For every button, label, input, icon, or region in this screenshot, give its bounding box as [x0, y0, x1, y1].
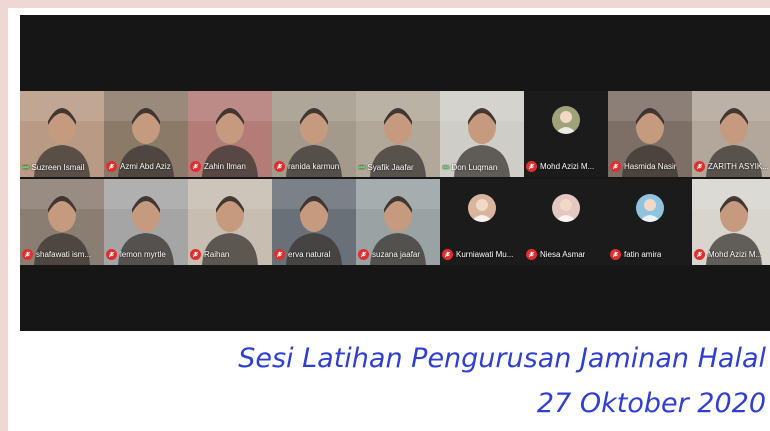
participant-name: suzana jaafar	[372, 250, 421, 259]
participant-label: fatin amira	[610, 249, 690, 260]
audio-activity-icon: •••	[442, 163, 450, 172]
video-meeting-gallery: ••• Suzreen Ismail Azmi Abd Aziz Zahin Ilma…	[20, 15, 770, 331]
participant-name: Kurniawati Mu...	[456, 250, 514, 259]
microphone-muted-icon	[610, 249, 621, 260]
participant-label: erva natural	[274, 249, 354, 260]
microphone-muted-icon	[274, 249, 285, 260]
participant-tile[interactable]: ranida karmun	[272, 91, 356, 177]
microphone-muted-icon	[526, 249, 537, 260]
microphone-muted-icon	[694, 161, 705, 172]
participant-name: ZARITH ASYIK...	[708, 162, 769, 171]
participant-label: Azmi Abd Aziz	[106, 161, 186, 172]
microphone-muted-icon	[190, 161, 201, 172]
participant-name: Suzreen Ismail	[31, 163, 85, 172]
participant-name: ranida karmun	[288, 162, 340, 171]
participant-name: erva natural	[288, 250, 331, 259]
participant-label: Mohd Azizi M...	[526, 161, 606, 172]
microphone-muted-icon	[106, 161, 117, 172]
participant-label: Mohd Azizi M...	[694, 249, 770, 260]
participant-name: Zahin Ilman	[204, 162, 246, 171]
participant-label: suzana jaafar	[358, 249, 438, 260]
audio-activity-icon: •••	[358, 163, 366, 172]
slide-caption-title: Sesi Latihan Pengurusan Jaminan Halal	[238, 343, 766, 374]
participant-name: Niesa Asmar	[540, 250, 586, 259]
profile-photo-avatar	[552, 106, 580, 135]
microphone-muted-icon	[694, 249, 705, 260]
slide-caption-date: 27 Oktober 2020	[536, 388, 766, 419]
participant-label: Raihan	[190, 249, 270, 260]
participant-name: Raihan	[204, 250, 230, 259]
participant-tile[interactable]: fatin amira	[608, 179, 692, 265]
participant-tile[interactable]: Kurniawati Mu...	[440, 179, 524, 265]
participant-tile[interactable]: Niesa Asmar	[524, 179, 608, 265]
participant-label: Kurniawati Mu...	[442, 249, 522, 260]
participant-name: lemon myrtle	[120, 250, 166, 259]
microphone-muted-icon	[22, 249, 33, 260]
participant-name: Mohd Azizi M...	[708, 250, 763, 259]
participant-tile[interactable]: ••• Suzreen Ismail	[20, 91, 104, 177]
participant-grid: ••• Suzreen Ismail Azmi Abd Aziz Zahin Ilma…	[20, 91, 770, 265]
profile-photo-avatar	[552, 194, 580, 223]
participant-label: ZARITH ASYIK...	[694, 161, 770, 172]
participant-name: Mohd Azizi M...	[540, 162, 595, 171]
participant-label: ••• Syafik Jaafar	[358, 163, 438, 172]
participant-label: lemon myrtle	[106, 249, 186, 260]
participant-label: shafawati ism...	[22, 249, 102, 260]
participant-tile[interactable]: shafawati ism...	[20, 179, 104, 265]
participant-label: Hasmida Nasir	[610, 161, 690, 172]
participant-tile[interactable]: Hasmida Nasir	[608, 91, 692, 177]
participant-name: Azmi Abd Aziz	[120, 162, 171, 171]
microphone-muted-icon	[610, 161, 621, 172]
participant-label: Zahin Ilman	[190, 161, 270, 172]
participant-name: Hasmida Nasir	[624, 162, 677, 171]
participant-tile[interactable]: Zahin Ilman	[188, 91, 272, 177]
participant-name: fatin amira	[624, 250, 662, 259]
participant-tile[interactable]: suzana jaafar	[356, 179, 440, 265]
profile-photo-avatar	[636, 194, 664, 223]
audio-activity-icon: •••	[22, 163, 30, 172]
participant-tile[interactable]: Mohd Azizi M...	[692, 179, 770, 265]
participant-tile[interactable]: lemon myrtle	[104, 179, 188, 265]
microphone-muted-icon	[526, 161, 537, 172]
participant-name: Syafik Jaafar	[367, 163, 414, 172]
microphone-muted-icon	[442, 249, 453, 260]
participant-tile[interactable]: Azmi Abd Aziz	[104, 91, 188, 177]
participant-tile[interactable]: erva natural	[272, 179, 356, 265]
participant-tile[interactable]: Raihan	[188, 179, 272, 265]
participant-name: Don Luqman	[451, 163, 498, 172]
microphone-muted-icon	[358, 249, 369, 260]
participant-tile[interactable]: ZARITH ASYIK...	[692, 91, 770, 177]
participant-label: Niesa Asmar	[526, 249, 606, 260]
participant-tile[interactable]: ••• Syafik Jaafar	[356, 91, 440, 177]
participant-name: shafawati ism...	[36, 250, 92, 259]
microphone-muted-icon	[274, 161, 285, 172]
microphone-muted-icon	[106, 249, 117, 260]
participant-tile[interactable]: Mohd Azizi M...	[524, 91, 608, 177]
profile-photo-avatar	[468, 194, 496, 223]
participant-tile[interactable]: ••• Don Luqman	[440, 91, 524, 177]
microphone-muted-icon	[190, 249, 201, 260]
participant-label: ranida karmun	[274, 161, 354, 172]
participant-label: ••• Don Luqman	[442, 163, 522, 172]
participant-label: ••• Suzreen Ismail	[22, 163, 102, 172]
